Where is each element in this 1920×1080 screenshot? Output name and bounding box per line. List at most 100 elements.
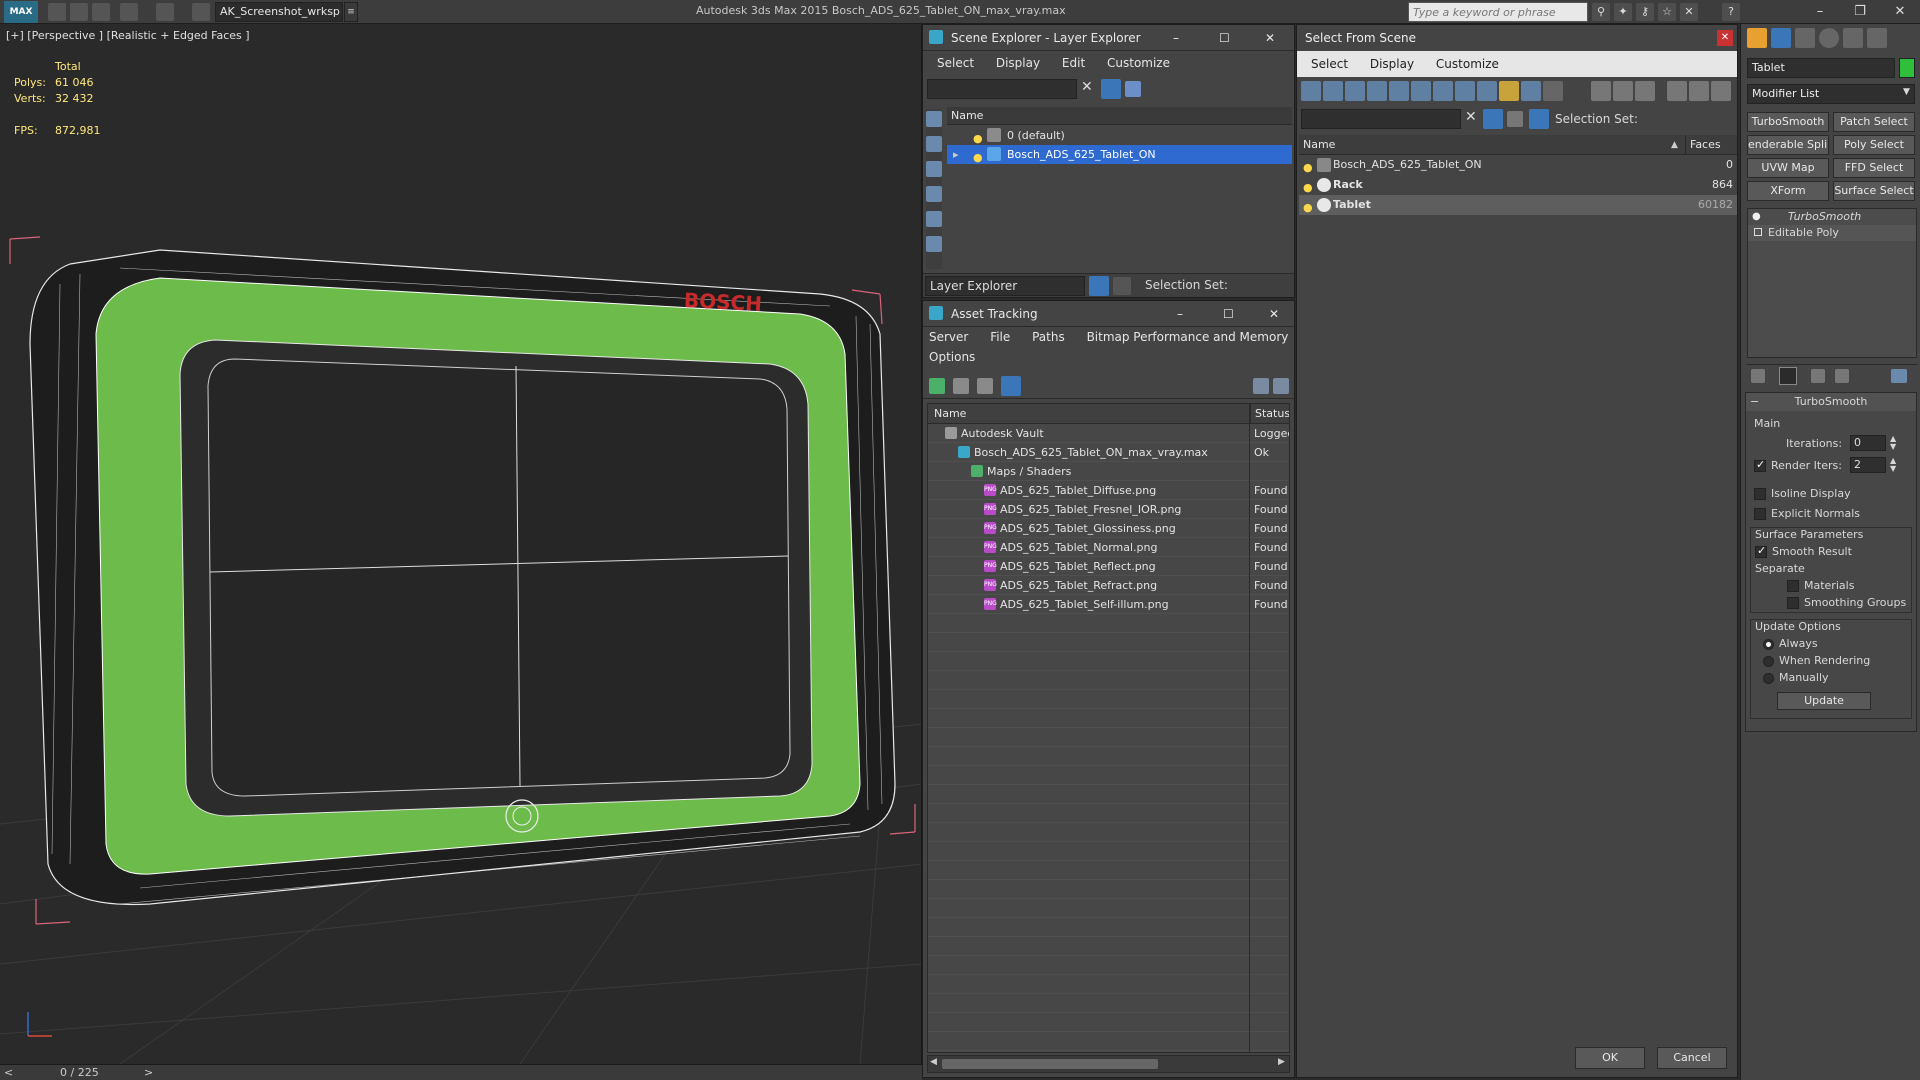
explicit-normals-row[interactable]: Explicit Normals [1754,507,1860,520]
settings-icon[interactable] [1273,378,1289,394]
materials-checkbox[interactable] [1787,580,1799,592]
asset-tracking-minimize[interactable]: – [1177,301,1183,327]
smooth-result-checkbox[interactable] [1755,544,1767,558]
object-column-faces[interactable]: Faces [1685,135,1737,155]
create-tab-icon[interactable] [1747,28,1767,48]
asset-row[interactable]: PNG ADS_625_Tablet_Refract.png Found [928,576,1289,595]
select-all-icon[interactable] [1591,81,1611,101]
menu-customize[interactable]: Customize [1107,56,1170,70]
pin-stack-icon[interactable] [1751,369,1765,383]
filter-bones-icon[interactable] [1477,81,1497,101]
open-file-icon[interactable] [70,3,88,21]
time-slider[interactable]: < 0 / 225 > [0,1064,922,1080]
scroll-left-icon[interactable]: ◀ [930,1057,937,1067]
isoline-row[interactable]: Isoline Display [1754,487,1851,500]
lightbulb-icon[interactable]: ● [973,148,983,167]
show-end-result-icon[interactable] [1779,367,1797,385]
layer-sort-icon[interactable] [1089,276,1109,296]
filter-groups-icon[interactable] [1433,81,1453,101]
menu-select[interactable]: Select [937,56,974,70]
manually-row[interactable]: Manually [1763,671,1829,684]
utilities-tab-icon[interactable] [1867,28,1887,48]
find-filter-icon[interactable] [1483,109,1503,129]
asset-row[interactable]: PNG ADS_625_Tablet_Self-illum.png Found [928,595,1289,614]
minimize-button[interactable]: – [1800,0,1840,24]
render-iters-row[interactable]: Render Iters: [1754,458,1842,472]
list-view-icon[interactable] [953,378,969,394]
filter-geometry-icon[interactable] [1301,81,1321,101]
asset-column-name[interactable]: Name [928,407,966,420]
xform-button[interactable]: XForm [1747,181,1829,201]
asset-horizontal-scrollbar[interactable]: ◀ ▶ [927,1055,1290,1073]
expand-arrow-icon[interactable]: ▸ [953,145,959,164]
isoline-checkbox[interactable] [1754,488,1766,500]
refresh-icon[interactable] [929,378,945,394]
new-file-icon[interactable] [48,3,66,21]
workspace-menu-icon[interactable]: ≡ [344,2,358,22]
collapse-all-icon[interactable] [1711,81,1731,101]
rollout-header[interactable]: − TurboSmooth [1746,393,1916,411]
timeline-prev-button[interactable]: < [4,1065,13,1080]
object-row[interactable]: ● Rack 864 [1299,175,1737,195]
cancel-button[interactable]: Cancel [1657,1047,1727,1069]
modify-tab-icon[interactable] [1771,28,1791,48]
help-icon[interactable]: ? [1722,3,1740,21]
when-rendering-radio[interactable] [1763,655,1774,667]
filter-funnel-icon[interactable] [1667,81,1687,101]
filter-cameras-icon[interactable] [1367,81,1387,101]
iterations-spinner[interactable]: 0 [1850,435,1886,451]
select-invert-icon[interactable] [1635,81,1655,101]
display-tab-icon[interactable] [1843,28,1863,48]
scene-explorer-close[interactable]: ✕ [1265,25,1275,51]
hierarchy-icon[interactable] [1113,277,1131,295]
filter-containers-icon[interactable] [1499,81,1519,101]
thumbnail-view-icon[interactable] [977,378,993,394]
menu-file[interactable]: File [990,330,1010,344]
menu-display[interactable]: Display [996,56,1040,70]
filter-hidden-icon[interactable] [1543,81,1563,101]
materials-row[interactable]: Materials [1787,579,1854,592]
always-radio[interactable] [1763,638,1774,650]
scene-explorer-search-field[interactable] [927,79,1077,99]
asset-row[interactable]: PNG ADS_625_Tablet_Fresnel_IOR.png Found [928,500,1289,519]
update-button[interactable]: Update [1777,692,1871,710]
poly-select-button[interactable]: Poly Select [1833,135,1915,155]
find-field[interactable] [1301,109,1461,129]
save-icon[interactable] [92,3,110,21]
hierarchy-display-icon[interactable] [1689,81,1709,101]
menu-edit[interactable]: Edit [1062,56,1085,70]
display-spacewarps-icon[interactable] [926,236,942,252]
timeline-next-button[interactable]: > [144,1065,153,1080]
asset-row[interactable]: PNG ADS_625_Tablet_Glossiness.png Found [928,519,1289,538]
asset-tracking-maximize[interactable]: ☐ [1223,301,1234,327]
display-geometry-icon[interactable] [926,111,942,127]
menu-bitmap-performance[interactable]: Bitmap Performance and Memory [1087,330,1289,344]
filter-xrefs-icon[interactable] [1455,81,1475,101]
iterations-spinner-arrows[interactable]: ▲ ▼ [1890,435,1896,451]
ok-button[interactable]: OK [1575,1047,1645,1069]
app-logo[interactable]: MAX [4,1,38,23]
filter-helpers-icon[interactable] [1389,81,1409,101]
asset-row[interactable]: Bosch_ADS_625_Tablet_ON_max_vray.max Ok [928,443,1289,462]
layer-row-selected[interactable]: ▸ ● Bosch_ADS_625_Tablet_ON [947,145,1292,164]
expand-box-icon[interactable] [1754,228,1762,236]
select-from-scene-titlebar[interactable]: Select From Scene ✕ [1297,25,1737,51]
scroll-right-icon[interactable]: ▶ [1278,1057,1285,1067]
sort-arrow-icon[interactable]: ▲ [1671,135,1678,155]
configure-sets-icon[interactable] [1891,369,1907,383]
object-row[interactable]: ● Bosch_ADS_625_Tablet_ON 0 [1299,155,1737,175]
layers-toggle-icon[interactable] [1125,81,1141,97]
filter-shapes-icon[interactable] [1323,81,1343,101]
uvw-map-button[interactable]: UVW Map [1747,158,1829,178]
render-iters-checkbox[interactable] [1754,458,1766,472]
smooth-result-row[interactable]: Smooth Result [1755,544,1852,558]
search-input[interactable]: Type a keyword or phrase [1408,2,1588,22]
stack-item[interactable]: ● TurboSmooth [1748,209,1916,225]
key-icon[interactable]: ⚷ [1636,3,1654,21]
menu-select[interactable]: Select [1311,57,1348,71]
asset-row[interactable]: PNG ADS_625_Tablet_Reflect.png Found [928,557,1289,576]
clear-search-icon[interactable]: ✕ [1081,79,1093,95]
smoothing-groups-row[interactable]: Smoothing Groups [1787,596,1906,609]
binoculars-icon[interactable]: ⚲ [1592,3,1610,21]
filter-lights-icon[interactable] [1345,81,1365,101]
